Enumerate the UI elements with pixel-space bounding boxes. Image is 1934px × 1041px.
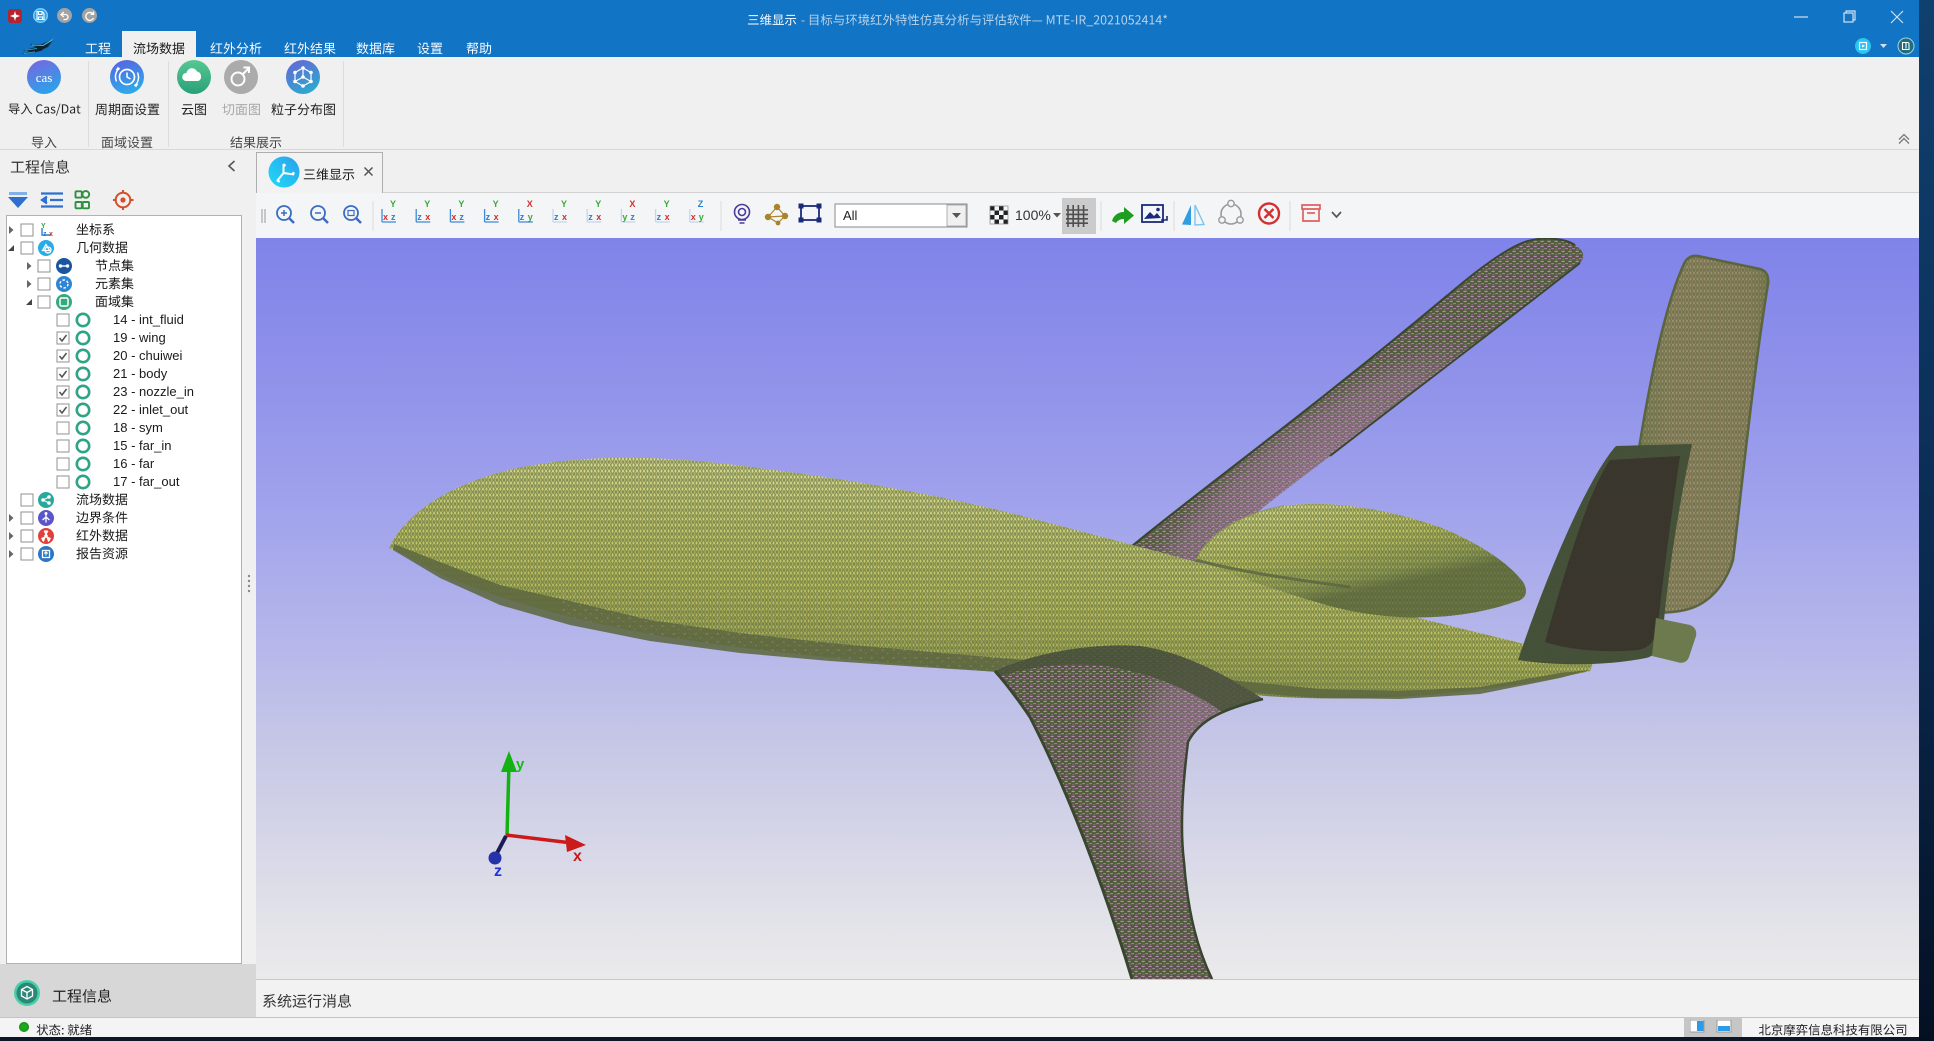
svg-text:x: x: [494, 212, 499, 222]
svg-text:z: z: [391, 212, 396, 222]
svg-text:x: x: [562, 212, 567, 222]
svg-text:x: x: [49, 231, 53, 238]
svg-text:Z: Z: [698, 199, 704, 209]
svg-text:cas: cas: [36, 70, 53, 85]
svg-text:x: x: [451, 212, 456, 222]
svg-text:z: z: [588, 212, 593, 222]
svg-text:x: x: [573, 848, 582, 865]
svg-text:y: y: [622, 212, 627, 222]
svg-text:Y: Y: [493, 199, 499, 209]
svg-text:x: x: [425, 212, 430, 222]
svg-text:100%: 100%: [1015, 207, 1051, 223]
svg-text:z: z: [630, 212, 635, 222]
svg-text:Y: Y: [595, 199, 601, 209]
svg-text:z: z: [417, 212, 422, 222]
svg-text:Y: Y: [561, 199, 567, 209]
svg-text:y: y: [699, 212, 704, 222]
svg-text:y: y: [516, 756, 525, 773]
svg-text:y: y: [528, 212, 533, 222]
svg-text:z: z: [657, 212, 662, 222]
svg-text:X: X: [629, 199, 635, 209]
svg-text:x: x: [665, 212, 670, 222]
svg-text:Y: Y: [424, 199, 430, 209]
svg-text:x: x: [691, 212, 696, 222]
svg-text:z: z: [43, 231, 47, 238]
svg-text:z: z: [554, 212, 559, 222]
svg-text:z: z: [486, 212, 491, 222]
svg-text:All: All: [843, 208, 858, 223]
svg-text:Y: Y: [390, 199, 396, 209]
svg-text:x: x: [596, 212, 601, 222]
svg-text:z: z: [459, 212, 464, 222]
svg-text:Y: Y: [664, 199, 670, 209]
svg-text:z: z: [494, 863, 502, 880]
svg-text:z: z: [520, 212, 525, 222]
svg-text:Y: Y: [458, 199, 464, 209]
svg-text:X: X: [527, 199, 533, 209]
svg-text:x: x: [383, 212, 388, 222]
